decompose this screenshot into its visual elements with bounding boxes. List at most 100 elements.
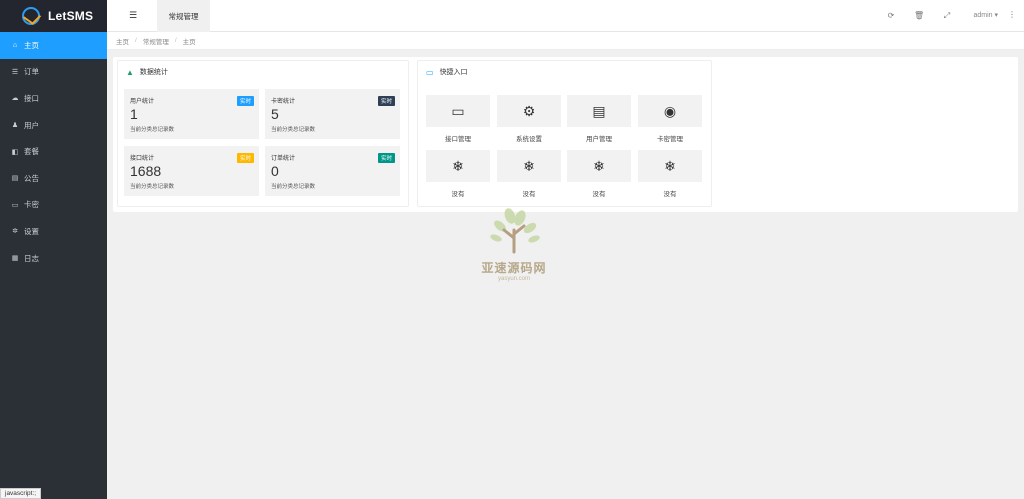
quick-label: 卡密管理 — [657, 136, 683, 143]
logo-icon — [22, 7, 40, 25]
breadcrumb-separator: / — [174, 37, 177, 44]
refresh-icon[interactable]: ⟳ — [886, 11, 896, 20]
stat-desc: 当前分类总记录数 — [271, 127, 316, 133]
breadcrumb-item[interactable]: 常规管理 — [143, 36, 169, 46]
realtime-badge: 实时 — [377, 96, 395, 106]
stat-desc: 当前分类总记录数 — [130, 184, 175, 190]
quick-none-2[interactable]: ❄ 没有 — [497, 150, 561, 202]
logo-text: LetSMS — [48, 9, 94, 23]
sidebar-item-label: 公告 — [24, 173, 39, 183]
notice-icon: ▤ — [11, 175, 19, 183]
stat-users: 用户统计 实时 1 当前分类总记录数 — [124, 89, 259, 139]
breadcrumb-item: 主页 — [182, 38, 196, 46]
realtime-badge: 实时 — [377, 153, 395, 163]
quick-label: 没有 — [451, 191, 465, 198]
gears-icon: ⚙ — [497, 95, 561, 127]
tree-logo-icon — [490, 208, 540, 254]
sidebar-item-label: 卡密 — [24, 200, 39, 210]
realtime-badge: 实时 — [236, 96, 254, 106]
quick-system-settings[interactable]: ⚙ 系统设置 — [497, 95, 561, 147]
sidebar-item-label: 订单 — [24, 67, 39, 77]
top-header: ☰ 常规管理 ⟳ 🗑 ⤢ admin ▾ ⋮ — [107, 0, 1024, 32]
sidebar-item-settings[interactable]: ✲ 设置 — [0, 218, 107, 245]
sidebar-item-notices[interactable]: ▤ 公告 — [0, 165, 107, 192]
target-icon: ◉ — [638, 95, 702, 127]
stat-value: 1688 — [130, 163, 162, 179]
tab-general-management[interactable]: 常规管理 — [157, 0, 210, 32]
stat-value: 5 — [271, 106, 279, 122]
stat-desc: 当前分类总记录数 — [130, 127, 175, 133]
quick-card-management[interactable]: ◉ 卡密管理 — [638, 95, 702, 147]
stat-cards: 卡密统计 实时 5 当前分类总记录数 — [265, 89, 400, 139]
sidebar-item-cards[interactable]: ▭ 卡密 — [0, 192, 107, 219]
quick-label: 没有 — [522, 191, 536, 198]
snowflake-icon: ❄ — [426, 150, 490, 182]
watermark: 亚速源码网 yasyun.com — [472, 206, 556, 284]
watermark-text: 亚速源码网 — [481, 261, 547, 275]
log-icon: ▦ — [11, 255, 19, 263]
quick-user-management[interactable]: ▤ 用户管理 — [567, 95, 631, 147]
quick-label: 没有 — [592, 191, 606, 198]
sidebar-item-packages[interactable]: ◧ 套餐 — [0, 138, 107, 165]
sidebar-item-label: 用户 — [24, 120, 39, 130]
cloud-icon: ☁ — [11, 95, 19, 103]
home-icon: ⌂ — [12, 41, 18, 49]
quick-card-header: ▭ 快捷入口 — [418, 61, 711, 83]
package-icon: ◧ — [11, 148, 19, 156]
trash-icon[interactable]: 🗑 — [914, 11, 924, 20]
quick-entry-card: ▭ 快捷入口 ▭ 接口管理 ⚙ 系统设置 ▤ 用户管理 ◉ 卡密管理 ❄ 没有 … — [417, 60, 712, 207]
logo[interactable]: LetSMS — [0, 0, 107, 32]
menu-toggle-icon[interactable]: ☰ — [127, 10, 139, 22]
quick-none-4[interactable]: ❄ 没有 — [638, 150, 702, 202]
stat-title: 接口统计 — [130, 156, 155, 162]
stats-card-header: ▲ 数据统计 — [118, 61, 408, 83]
users-icon: ♟ — [11, 122, 19, 130]
more-icon[interactable]: ⋮ — [1008, 10, 1016, 19]
sidebar-nav: ⌂ 主页 ☰ 订单 ☁ 接口 ♟ 用户 ◧ 套餐 ▤ 公告 ▭ 卡密 ✲ 设置 ▦ 日志 — [0, 32, 107, 271]
sidebar-item-label: 主页 — [24, 40, 39, 50]
stat-value: 1 — [130, 106, 138, 122]
quick-title: 快捷入口 — [439, 69, 468, 76]
sidebar-item-label: 套餐 — [24, 147, 39, 157]
sidebar: LetSMS ⌂ 主页 ☰ 订单 ☁ 接口 ♟ 用户 ◧ 套餐 ▤ 公告 ▭ 卡密 ✲ 设置 ▦… — [0, 0, 107, 499]
quick-none-1[interactable]: ❄ 没有 — [426, 150, 490, 202]
quick-label: 没有 — [663, 191, 677, 198]
stats-title: 数据统计 — [139, 69, 168, 76]
breadcrumb-item[interactable]: 主页 — [116, 36, 129, 46]
stat-title: 卡密统计 — [271, 99, 296, 105]
sidebar-item-home[interactable]: ⌂ 主页 — [0, 32, 107, 59]
order-icon: ☰ — [11, 68, 19, 76]
quick-label: 用户管理 — [586, 136, 612, 143]
breadcrumb-separator: / — [135, 37, 137, 44]
snowflake-icon: ❄ — [638, 150, 702, 182]
quick-api-management[interactable]: ▭ 接口管理 — [426, 95, 490, 147]
snowflake-icon: ❄ — [567, 150, 631, 182]
user-menu[interactable]: admin ▾ — [973, 11, 998, 19]
sidebar-item-label: 设置 — [24, 226, 39, 236]
sidebar-item-api[interactable]: ☁ 接口 — [0, 85, 107, 112]
stat-orders: 订单统计 实时 0 当前分类总记录数 — [265, 146, 400, 196]
stat-title: 用户统计 — [130, 99, 155, 105]
file-icon: ▤ — [567, 95, 631, 127]
fullscreen-icon[interactable]: ⤢ — [942, 11, 952, 21]
sidebar-item-label: 日志 — [24, 253, 39, 263]
quick-label: 接口管理 — [445, 136, 471, 143]
watermark-subtext: yasyun.com — [497, 276, 530, 282]
settings-icon: ✲ — [12, 228, 18, 236]
credit-card-icon: ▭ — [426, 67, 434, 77]
breadcrumb: 主页 / 常规管理 / 主页 — [107, 32, 1024, 50]
stats-card: ▲ 数据统计 用户统计 实时 1 当前分类总记录数 卡密统计 实时 5 当前分类… — [117, 60, 409, 207]
quick-none-3[interactable]: ❄ 没有 — [567, 150, 631, 202]
stat-api: 接口统计 实时 1688 当前分类总记录数 — [124, 146, 259, 196]
stat-value: 0 — [271, 163, 279, 179]
sidebar-item-users[interactable]: ♟ 用户 — [0, 112, 107, 139]
sidebar-item-logs[interactable]: ▦ 日志 — [0, 245, 107, 272]
stat-title: 订单统计 — [271, 156, 296, 162]
card-icon: ▭ — [11, 201, 19, 209]
main-panel: ▲ 数据统计 用户统计 实时 1 当前分类总记录数 卡密统计 实时 5 当前分类… — [113, 57, 1018, 212]
status-tooltip: javascript:; — [0, 488, 42, 499]
warning-icon: ▲ — [126, 67, 134, 77]
stat-desc: 当前分类总记录数 — [271, 184, 316, 190]
sidebar-item-orders[interactable]: ☰ 订单 — [0, 59, 107, 86]
realtime-badge: 实时 — [236, 153, 254, 163]
